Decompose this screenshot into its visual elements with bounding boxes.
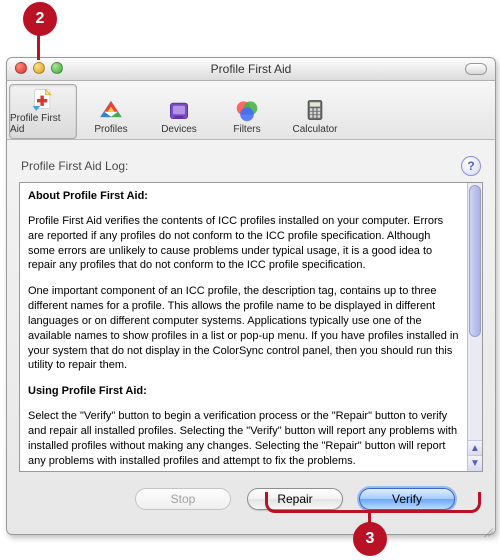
toolbar-item-calculator[interactable]: Calculator [281,84,349,139]
zoom-icon[interactable] [51,62,63,74]
scrollbar[interactable]: ▲ ▼ [467,183,482,471]
traffic-lights [15,62,63,74]
window-body: Profile First Aid Log: ? About Profile F… [7,140,495,534]
toolbar-item-profiles[interactable]: Profiles [77,84,145,139]
toolbar-label: Filters [233,124,260,135]
resize-handle-icon[interactable] [479,518,493,532]
callout-badge-2: 2 [23,2,57,36]
filters-icon [233,98,261,122]
tutorial-figure: 2 Profile First Aid Profile First [0,0,500,560]
toolbar-label: Profiles [94,124,127,135]
toolbar-label: Profile First Aid [10,113,76,135]
toolbar-label: Devices [161,124,197,135]
scroll-up-icon[interactable]: ▲ [468,440,482,456]
log-paragraph: Select the "Verify" button to begin a ve… [28,409,460,468]
minimize-icon[interactable] [33,62,45,74]
window-title: Profile First Aid [7,58,495,80]
toolbar-item-devices[interactable]: Devices [145,84,213,139]
window-profile-first-aid: Profile First Aid Profile First Aid [6,57,496,535]
toolbar-toggle-pill[interactable] [465,63,487,75]
scrollbar-thumb[interactable] [469,185,481,337]
log-paragraph: Profile First Aid verifies the contents … [28,214,460,273]
window-titlebar[interactable]: Profile First Aid [7,58,495,81]
scroll-down-icon[interactable]: ▼ [468,455,482,471]
log-content: About Profile First Aid: Profile First A… [20,183,468,471]
callout-line-2 [37,32,40,60]
log-heading: About Profile First Aid: [28,189,460,204]
devices-icon [165,98,193,122]
toolbar-item-profile-first-aid[interactable]: Profile First Aid [9,84,77,139]
callout-badge-3: 3 [353,522,387,556]
log-paragraph: One important component of an ICC profil… [28,284,460,373]
toolbar: Profile First Aid Profiles Devic [7,81,495,140]
toolbar-item-filters[interactable]: Filters [213,84,281,139]
profiles-icon [97,98,125,122]
stop-button: Stop [135,488,231,510]
callout-bracket-3 [265,492,481,513]
toolbar-label: Calculator [292,124,337,135]
help-button[interactable]: ? [461,156,481,176]
calculator-icon [301,98,329,122]
log-textarea[interactable]: About Profile First Aid: Profile First A… [19,182,483,472]
close-icon[interactable] [15,62,27,74]
log-label: Profile First Aid Log: [21,159,128,173]
log-heading: Using Profile First Aid: [28,384,460,399]
first-aid-icon [29,87,57,111]
